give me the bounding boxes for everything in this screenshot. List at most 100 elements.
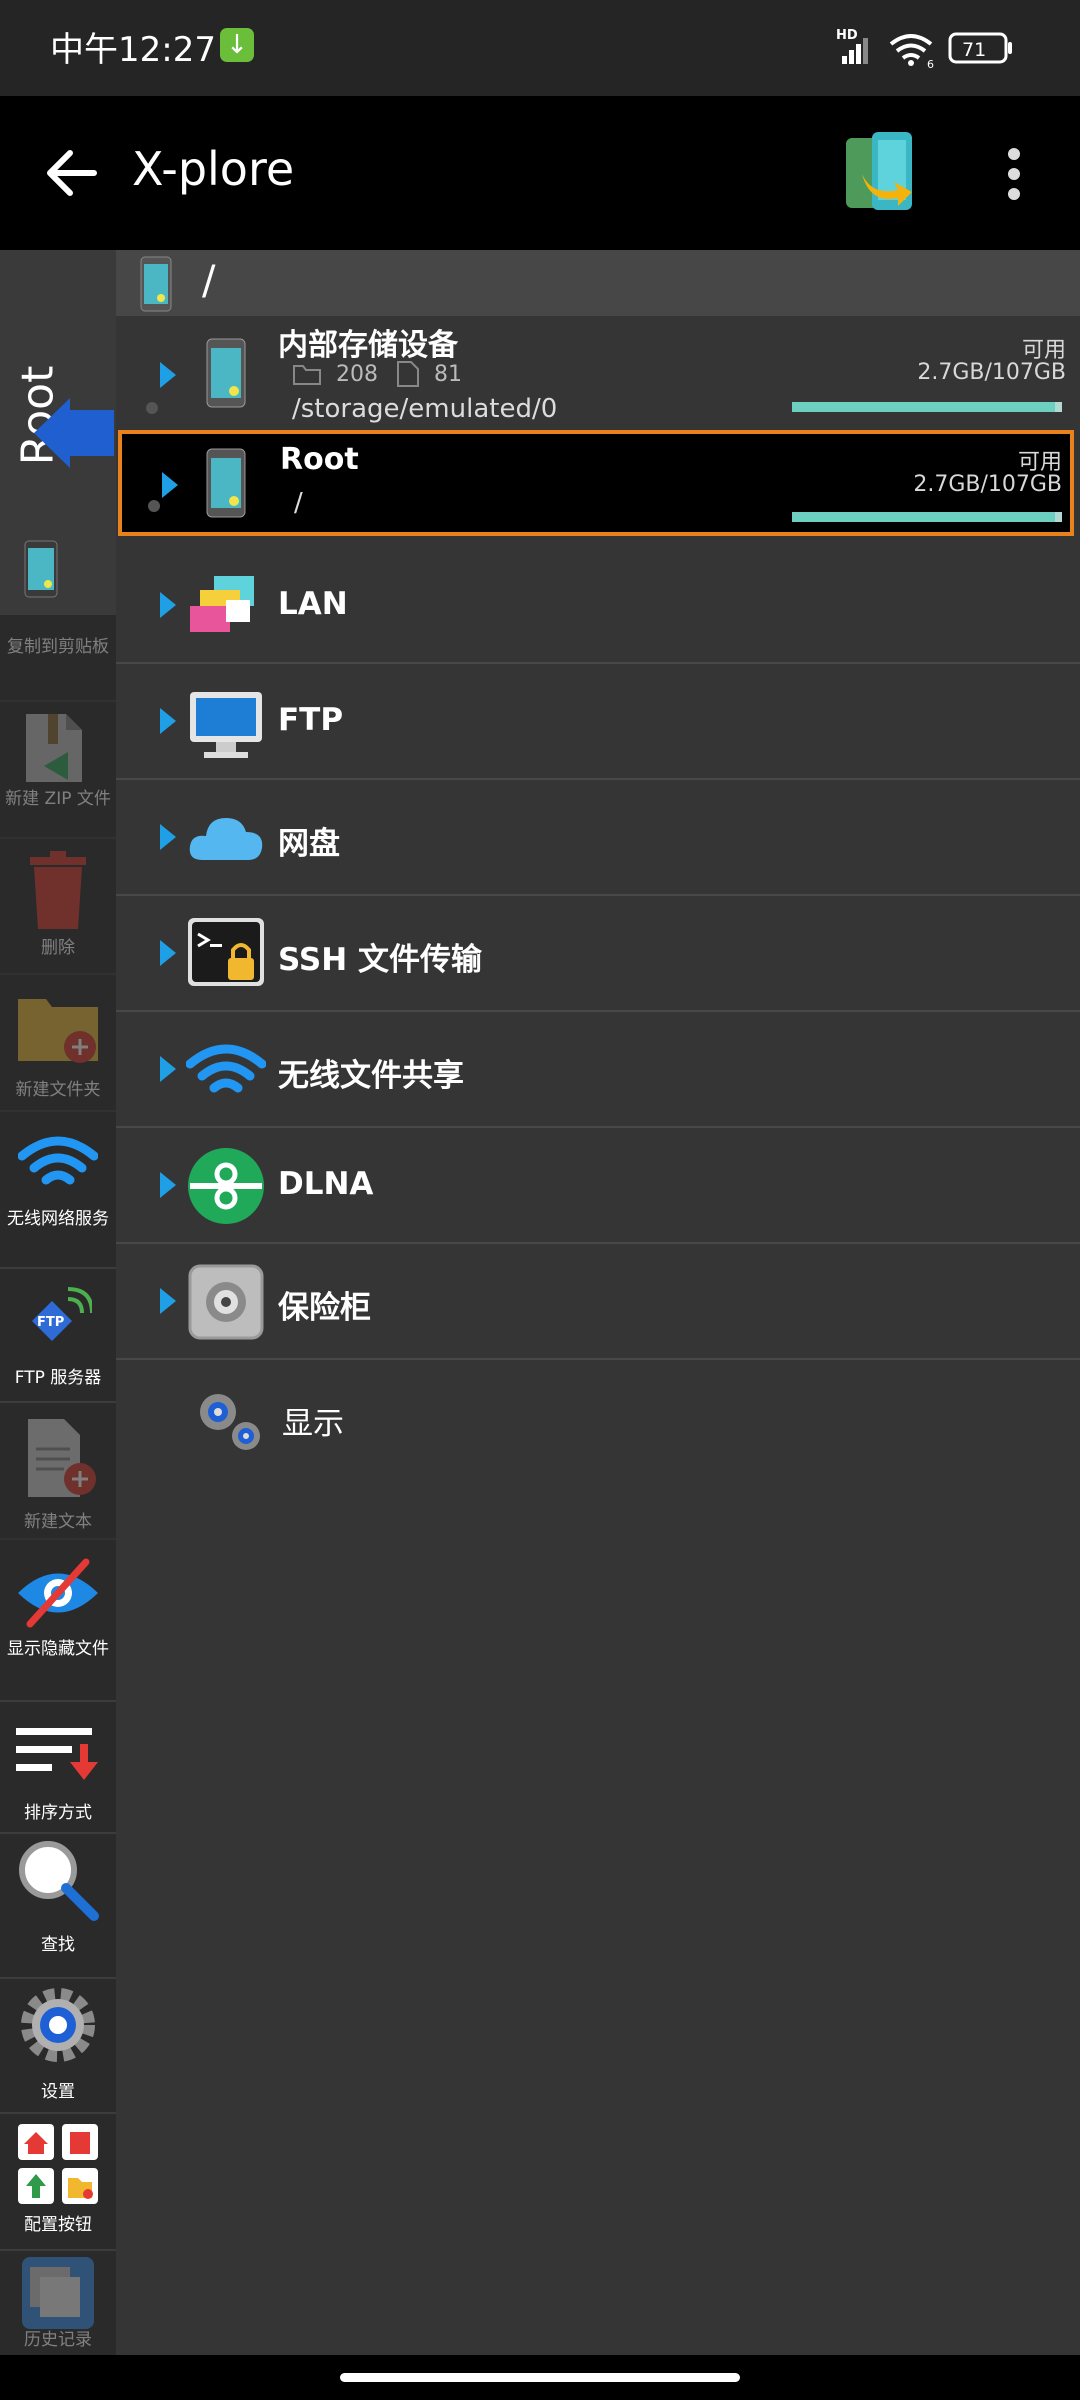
status-bar: 中午12:27 ↓ HD 6 71 xyxy=(0,0,1080,96)
folder-count-icon xyxy=(293,365,321,385)
wifi-icon xyxy=(18,1136,98,1185)
back-button[interactable] xyxy=(40,141,104,205)
search-button[interactable]: 查找 xyxy=(0,1834,116,1979)
download-notification-icon: ↓ xyxy=(220,28,254,62)
sort-button[interactable]: 排序方式 xyxy=(0,1702,116,1834)
list-item-label: LAN xyxy=(278,586,348,622)
settings-button[interactable]: 设置 xyxy=(0,1979,116,2114)
volume-name: Root xyxy=(280,442,359,477)
ftp-server-button[interactable]: FTP FTP 服务器 xyxy=(0,1269,116,1403)
app-bar: X-plore xyxy=(0,96,1080,250)
new-zip-button[interactable]: 新建 ZIP 文件 xyxy=(0,702,116,839)
ssh-icon xyxy=(188,918,264,986)
switch-pane-icon xyxy=(846,132,912,210)
new-text-icon xyxy=(28,1419,96,1497)
list-item-label: DLNA xyxy=(278,1166,374,1202)
storage-usage-fill xyxy=(792,402,1056,412)
list-item-label: 无线文件共享 xyxy=(278,1058,464,1094)
expand-arrow-icon[interactable] xyxy=(160,824,176,850)
storage-usage-bar xyxy=(792,512,1062,522)
history-label: 历史记录 xyxy=(24,2330,92,2350)
wireless-service-button[interactable]: 无线网络服务 xyxy=(0,1112,116,1269)
folder-count: 208 xyxy=(336,362,378,387)
drag-arrow-icon xyxy=(34,398,114,468)
list-item-label: FTP xyxy=(278,702,344,738)
display-options[interactable]: 显示 xyxy=(116,1360,1080,1474)
wifi-share-icon xyxy=(186,1044,266,1093)
config-buttons-icon xyxy=(18,2124,98,2204)
list-item-dlna[interactable]: DLNA xyxy=(116,1128,1080,1244)
more-vertical-icon xyxy=(1008,148,1020,200)
history-button[interactable]: 历史记录 xyxy=(0,2251,116,2355)
search-icon xyxy=(19,1841,99,1921)
root-tab[interactable]: Root xyxy=(0,250,116,615)
copy-to-clipboard-button[interactable]: 复制到剪贴板 xyxy=(0,620,116,702)
new-folder-icon xyxy=(18,999,98,1063)
copy-to-clipboard-label: 复制到剪贴板 xyxy=(7,637,109,657)
expand-arrow-icon[interactable] xyxy=(160,708,176,734)
history-icon xyxy=(22,2257,94,2329)
list-item-ftp[interactable]: FTP xyxy=(116,664,1080,780)
search-label: 查找 xyxy=(41,1935,75,1955)
back-arrow-icon xyxy=(47,150,97,196)
file-count-icon xyxy=(397,361,419,387)
delete-label: 删除 xyxy=(41,938,75,958)
ftp-server-label: FTP 服务器 xyxy=(14,1368,102,1388)
dlna-icon xyxy=(188,1148,264,1224)
lan-icon xyxy=(190,576,254,632)
trash-icon xyxy=(30,851,86,929)
cloud-icon xyxy=(189,818,263,860)
vault-icon xyxy=(188,1264,264,1340)
show-hidden-button[interactable]: 显示隐藏文件 xyxy=(0,1540,116,1702)
volume-path: / xyxy=(294,488,303,518)
new-text-button[interactable]: 新建文本 xyxy=(0,1403,116,1540)
available-space: 2.7GB/107GB xyxy=(913,472,1062,497)
available-space: 2.7GB/107GB xyxy=(917,360,1066,385)
new-folder-label: 新建文件夹 xyxy=(15,1080,101,1100)
status-dot xyxy=(148,500,160,512)
status-icons: HD 6 71 xyxy=(836,26,1036,71)
phone-storage-icon xyxy=(206,338,246,408)
home-indicator[interactable] xyxy=(340,2373,740,2382)
new-folder-button[interactable]: 新建文件夹 xyxy=(0,975,116,1112)
list-item-ssh[interactable]: SSH 文件传输 xyxy=(116,896,1080,1012)
status-dot xyxy=(146,402,158,414)
app-title: X-plore xyxy=(132,142,295,196)
new-text-label: 新建文本 xyxy=(24,1512,92,1532)
breadcrumb[interactable]: / xyxy=(116,250,1080,316)
volume-name: 内部存储设备 xyxy=(278,328,458,363)
volume-internal-storage[interactable]: 内部存储设备 208 81 /storage/emulated/0 可用 2.7… xyxy=(116,316,1080,428)
sort-icon xyxy=(16,1728,98,1780)
breadcrumb-path: / xyxy=(202,258,216,304)
wireless-service-label: 无线网络服务 xyxy=(7,1209,109,1229)
toolbar-sidebar: Root 复制到剪贴板 新建 ZIP 文件 删除 新建文件夹 无线网络服务 FT… xyxy=(0,250,116,2355)
list-item-vault[interactable]: 保险柜 xyxy=(116,1244,1080,1360)
expand-arrow-icon[interactable] xyxy=(162,472,178,498)
new-zip-label: 新建 ZIP 文件 xyxy=(5,789,111,809)
expand-arrow-icon[interactable] xyxy=(160,1172,176,1198)
list-item-label: 保险柜 xyxy=(278,1290,371,1326)
list-item-lan[interactable]: LAN xyxy=(116,548,1080,664)
config-buttons-button[interactable]: 配置按钮 xyxy=(0,2114,116,2251)
network-type-label: HD xyxy=(836,28,858,43)
root-device-icon xyxy=(24,540,58,598)
list-item-cloud[interactable]: 网盘 xyxy=(116,780,1080,896)
expand-arrow-icon[interactable] xyxy=(160,1056,176,1082)
overflow-menu-button[interactable] xyxy=(996,144,1032,204)
expand-arrow-icon[interactable] xyxy=(160,362,176,388)
zip-icon xyxy=(26,714,82,782)
expand-arrow-icon[interactable] xyxy=(160,592,176,618)
hidden-files-icon xyxy=(18,1558,98,1628)
delete-button[interactable]: 删除 xyxy=(0,839,116,975)
wifi-badge: 6 xyxy=(927,58,934,70)
expand-arrow-icon[interactable] xyxy=(160,1288,176,1314)
list-item-wifi-share[interactable]: 无线文件共享 xyxy=(116,1012,1080,1128)
expand-arrow-icon[interactable] xyxy=(160,940,176,966)
display-gears-icon xyxy=(200,1394,260,1450)
status-time: 中午12:27 xyxy=(50,30,216,70)
switch-pane-button[interactable] xyxy=(842,130,922,216)
wifi-icon xyxy=(889,34,933,66)
file-list: / 内部存储设备 208 81 /storage/emulated/0 可用 2… xyxy=(116,250,1080,2355)
volume-root[interactable]: Root / 可用 2.7GB/107GB xyxy=(118,430,1074,536)
gear-icon xyxy=(21,1988,95,2062)
